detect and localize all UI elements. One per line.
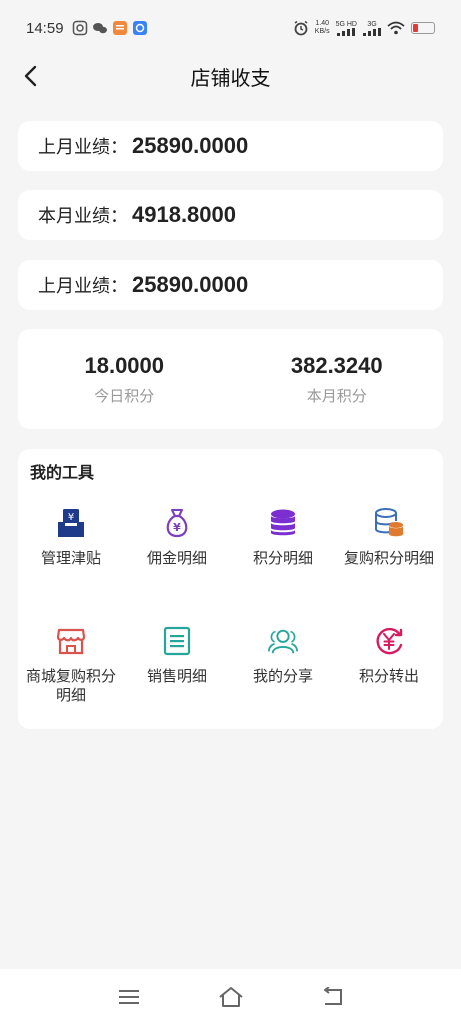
this-month-performance-card: 本月业绩： 4918.8000 (18, 190, 443, 240)
tool-management-allowance[interactable]: ¥ 管理津贴 (18, 507, 124, 625)
month-points-label: 本月积分 (306, 386, 367, 405)
signal-3g: 3G (363, 21, 381, 36)
tool-label: 管理津贴 (40, 549, 101, 567)
chevron-left-icon (24, 65, 37, 87)
tool-my-share[interactable]: 我的分享 (230, 625, 336, 735)
perf-label: 上月业绩： (38, 137, 128, 158)
perf-value: 25890.0000 (132, 133, 249, 158)
today-points: 18.0000 今日积分 (18, 329, 231, 429)
back-nav-button[interactable] (319, 983, 347, 1011)
tool-sales-detail[interactable]: 销售明细 (124, 625, 230, 735)
perf-label: 本月业绩： (38, 206, 128, 227)
home-button[interactable] (217, 983, 245, 1011)
perf-label: 上月业绩： (38, 276, 128, 297)
tool-points-transfer-out[interactable]: 积分转出 (336, 625, 442, 735)
status-time: 14:59 (26, 19, 64, 37)
shop-icon (55, 625, 87, 657)
tool-label: 复购积分明细 (343, 549, 434, 567)
alarm-icon (294, 20, 308, 36)
page-title: 店铺收支 (190, 65, 271, 90)
yen-transfer-icon (373, 625, 405, 657)
network-speed: 1.40 KB/s (314, 20, 330, 35)
svg-text:¥: ¥ (68, 512, 74, 523)
back-arrow-icon (323, 986, 342, 1005)
today-points-label: 今日积分 (94, 386, 155, 405)
tool-commission-detail[interactable]: ¥ 佣金明细 (124, 507, 230, 625)
tool-label: 积分明细 (252, 549, 313, 567)
back-button[interactable] (14, 60, 46, 92)
tool-label: 商城复购积分明细 (25, 667, 116, 704)
wechat-icon (92, 23, 107, 34)
system-nav-bar (0, 969, 461, 1024)
tool-repurchase-points-detail[interactable]: 复购积分明细 (336, 507, 442, 625)
month-points-value: 382.3240 (290, 352, 383, 378)
tool-grid: ¥ 管理津贴 ¥ 佣金明细 积分明细 复购积分明细 商城复购积分明细 销售明细 … (18, 507, 443, 735)
my-tools-card: 我的工具 ¥ 管理津贴 ¥ 佣金明细 积分明细 复购积分明细 商城复购积分明细 … (18, 449, 443, 729)
camera-notification-icon (72, 20, 87, 36)
tools-title: 我的工具 (30, 463, 95, 482)
status-bar: 14:59 1.40 KB/s 5G HD 3G (0, 0, 461, 56)
home-icon (218, 986, 243, 1007)
status-indicators: 1.40 KB/s 5G HD 3G (293, 20, 435, 36)
list-document-icon (161, 625, 193, 657)
tool-label: 佣金明细 (146, 549, 207, 567)
coin-stack-icon (267, 507, 299, 539)
perf-value: 25890.0000 (132, 272, 249, 297)
menu-icon (118, 989, 139, 1004)
signal-bars-icon (337, 27, 356, 36)
wifi-icon (387, 21, 405, 35)
allowance-box-icon: ¥ (55, 507, 87, 539)
signal-bars-icon (363, 27, 381, 36)
share-people-icon (267, 625, 299, 657)
nav-bar: 店铺收支 (0, 56, 461, 96)
today-points-value: 18.0000 (84, 352, 165, 378)
app-notification-icon (112, 21, 127, 35)
svg-text:¥: ¥ (173, 521, 181, 534)
last-month-performance-card-2: 上月业绩： 25890.0000 (18, 260, 443, 310)
tool-mall-repurchase-points-detail[interactable]: 商城复购积分明细 (18, 625, 124, 735)
signal-5g: 5G HD (336, 21, 357, 36)
browser-notification-icon (132, 21, 147, 35)
battery-icon (411, 22, 435, 34)
tool-points-detail[interactable]: 积分明细 (230, 507, 336, 625)
month-points: 382.3240 本月积分 (231, 329, 444, 429)
last-month-performance-card: 上月业绩： 25890.0000 (18, 121, 443, 171)
notification-icons (72, 20, 148, 36)
tool-label: 销售明细 (146, 667, 207, 685)
perf-value: 4918.8000 (132, 202, 236, 227)
money-bag-icon: ¥ (161, 507, 193, 539)
points-summary-card: 18.0000 今日积分 382.3240 本月积分 (18, 329, 443, 429)
tool-label: 我的分享 (252, 667, 313, 685)
database-coin-icon (373, 507, 405, 539)
menu-button[interactable] (115, 983, 143, 1011)
tool-label: 积分转出 (358, 667, 419, 685)
